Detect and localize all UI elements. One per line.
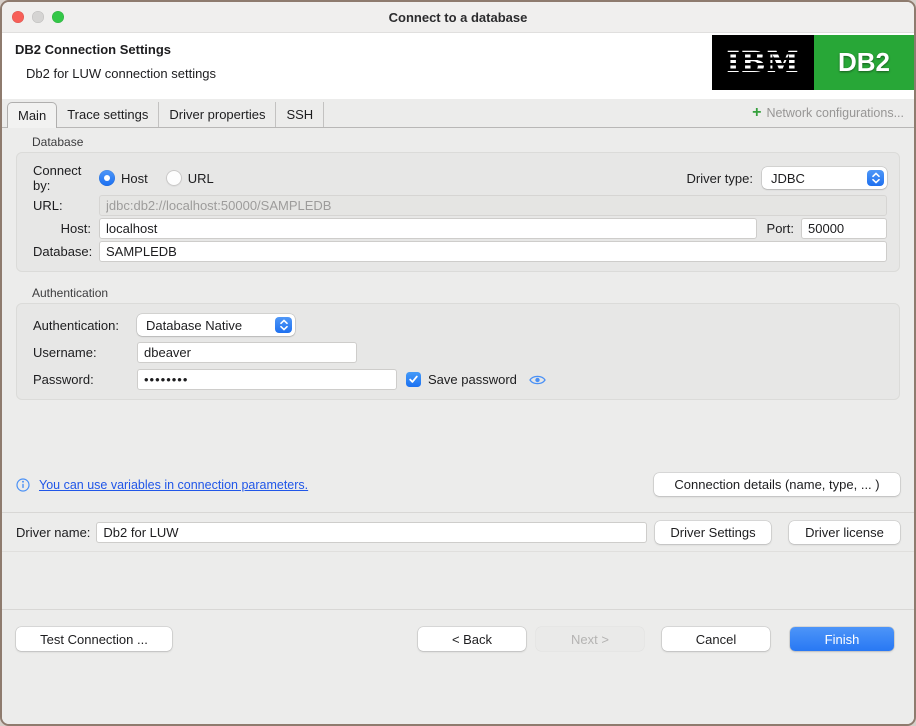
zoom-button[interactable] xyxy=(52,11,64,23)
url-row: URL: xyxy=(33,195,887,216)
radio-unselected-icon xyxy=(165,170,182,186)
password-label: Password: xyxy=(33,372,94,387)
finish-button[interactable]: Finish xyxy=(790,627,894,651)
auth-type-row: Authentication: Database Native xyxy=(33,314,887,336)
variables-help-link[interactable]: You can use variables in connection para… xyxy=(39,478,308,492)
info-row: You can use variables in connection para… xyxy=(16,473,900,496)
next-button: Next > xyxy=(536,627,644,651)
wizard-buttons: < Back Next > Cancel Finish xyxy=(418,627,894,651)
driver-name-label: Driver name: xyxy=(16,524,91,540)
url-input xyxy=(99,195,887,216)
host-label: Host: xyxy=(60,221,91,236)
authentication-select[interactable]: Database Native xyxy=(137,314,295,336)
driver-settings-button[interactable]: Driver Settings xyxy=(655,520,771,544)
database-group: Connect by: Host URL Driver type: JDBC U… xyxy=(16,152,900,272)
username-label: Username: xyxy=(33,345,97,360)
test-connection-button[interactable]: Test Connection ... xyxy=(16,627,172,651)
network-configurations-link[interactable]: + Network configurations... xyxy=(752,105,904,121)
host-radio[interactable]: Host xyxy=(99,170,148,186)
database-label: Database: xyxy=(33,244,93,259)
host-input[interactable] xyxy=(99,218,757,239)
authentication-label: Authentication: xyxy=(33,317,120,333)
host-radio-label: Host xyxy=(121,170,148,186)
window-title: Connect to a database xyxy=(388,9,528,25)
connect-by-options: Host URL xyxy=(99,170,214,186)
driver-logo: IBM DB2 xyxy=(712,35,914,90)
url-radio[interactable]: URL xyxy=(165,170,214,186)
lower-gap xyxy=(2,552,914,609)
database-input[interactable] xyxy=(99,241,887,262)
chevron-updown-icon xyxy=(867,170,884,186)
save-password-label: Save password xyxy=(428,372,517,387)
driver-row: Driver name: Driver Settings Driver lice… xyxy=(2,513,914,551)
minimize-button[interactable] xyxy=(32,11,44,23)
connect-by-label: Connect by: xyxy=(33,163,82,193)
host-row: Host: Port: xyxy=(33,218,887,239)
info-icon xyxy=(16,477,30,492)
chevron-updown-icon xyxy=(275,317,292,333)
show-password-eye-icon[interactable] xyxy=(529,374,546,386)
tab-bar: Main Trace settings Driver properties SS… xyxy=(2,99,914,128)
main-tab-content: Database Connect by: Host URL Driver typ… xyxy=(2,128,914,512)
tab-ssh[interactable]: SSH xyxy=(276,102,325,127)
driver-name-input[interactable] xyxy=(96,521,647,543)
driver-type-value: JDBC xyxy=(771,170,805,186)
cancel-button[interactable]: Cancel xyxy=(662,627,770,651)
radio-selected-icon xyxy=(99,170,115,186)
connection-details-button[interactable]: Connection details (name, type, ... ) xyxy=(654,473,900,496)
page-title: DB2 Connection Settings xyxy=(15,42,172,57)
network-configurations-label: Network configurations... xyxy=(766,106,904,120)
db2-logo-icon: DB2 xyxy=(814,35,914,90)
ibm-stripes xyxy=(712,49,814,77)
page-subtitle: Db2 for LUW connection settings xyxy=(26,66,217,81)
titlebar: Connect to a database xyxy=(2,2,914,33)
database-row: Database: xyxy=(33,241,887,262)
username-row: Username: xyxy=(33,342,887,363)
password-row: Password: Save password xyxy=(33,369,887,390)
url-radio-label: URL xyxy=(187,170,214,186)
driver-type-select[interactable]: JDBC xyxy=(762,167,887,189)
authentication-group: Authentication: Database Native Username… xyxy=(16,303,900,400)
driver-license-button[interactable]: Driver license xyxy=(789,520,900,544)
tab-driver-properties[interactable]: Driver properties xyxy=(159,102,277,127)
close-button[interactable] xyxy=(12,11,24,23)
database-group-label: Database xyxy=(32,135,84,149)
driver-type-label: Driver type: xyxy=(686,170,753,186)
back-button[interactable]: < Back xyxy=(418,627,526,651)
tab-main[interactable]: Main xyxy=(7,102,58,128)
username-input[interactable] xyxy=(137,342,357,363)
port-input[interactable] xyxy=(801,218,887,239)
password-input[interactable] xyxy=(137,369,397,390)
traffic-lights xyxy=(12,11,64,23)
authentication-group-label: Authentication xyxy=(32,286,109,300)
tab-trace-settings[interactable]: Trace settings xyxy=(57,102,160,127)
save-password-checkbox[interactable]: Save password xyxy=(406,372,517,387)
authentication-value: Database Native xyxy=(146,317,243,333)
plus-icon: + xyxy=(752,104,762,121)
dialog-header: DB2 Connection Settings Db2 for LUW conn… xyxy=(2,33,914,99)
driver-type-wrap: Driver type: JDBC xyxy=(687,167,887,189)
connect-database-dialog: Connect to a database DB2 Connection Set… xyxy=(0,0,916,726)
checkbox-checked-icon xyxy=(406,372,421,387)
url-label: URL: xyxy=(33,198,63,213)
connect-by-row: Connect by: Host URL Driver type: JDBC xyxy=(33,163,887,193)
port-label: Port: xyxy=(766,221,794,236)
ibm-logo-icon: IBM xyxy=(712,35,814,90)
dialog-button-bar: Test Connection ... < Back Next > Cancel… xyxy=(2,610,914,724)
